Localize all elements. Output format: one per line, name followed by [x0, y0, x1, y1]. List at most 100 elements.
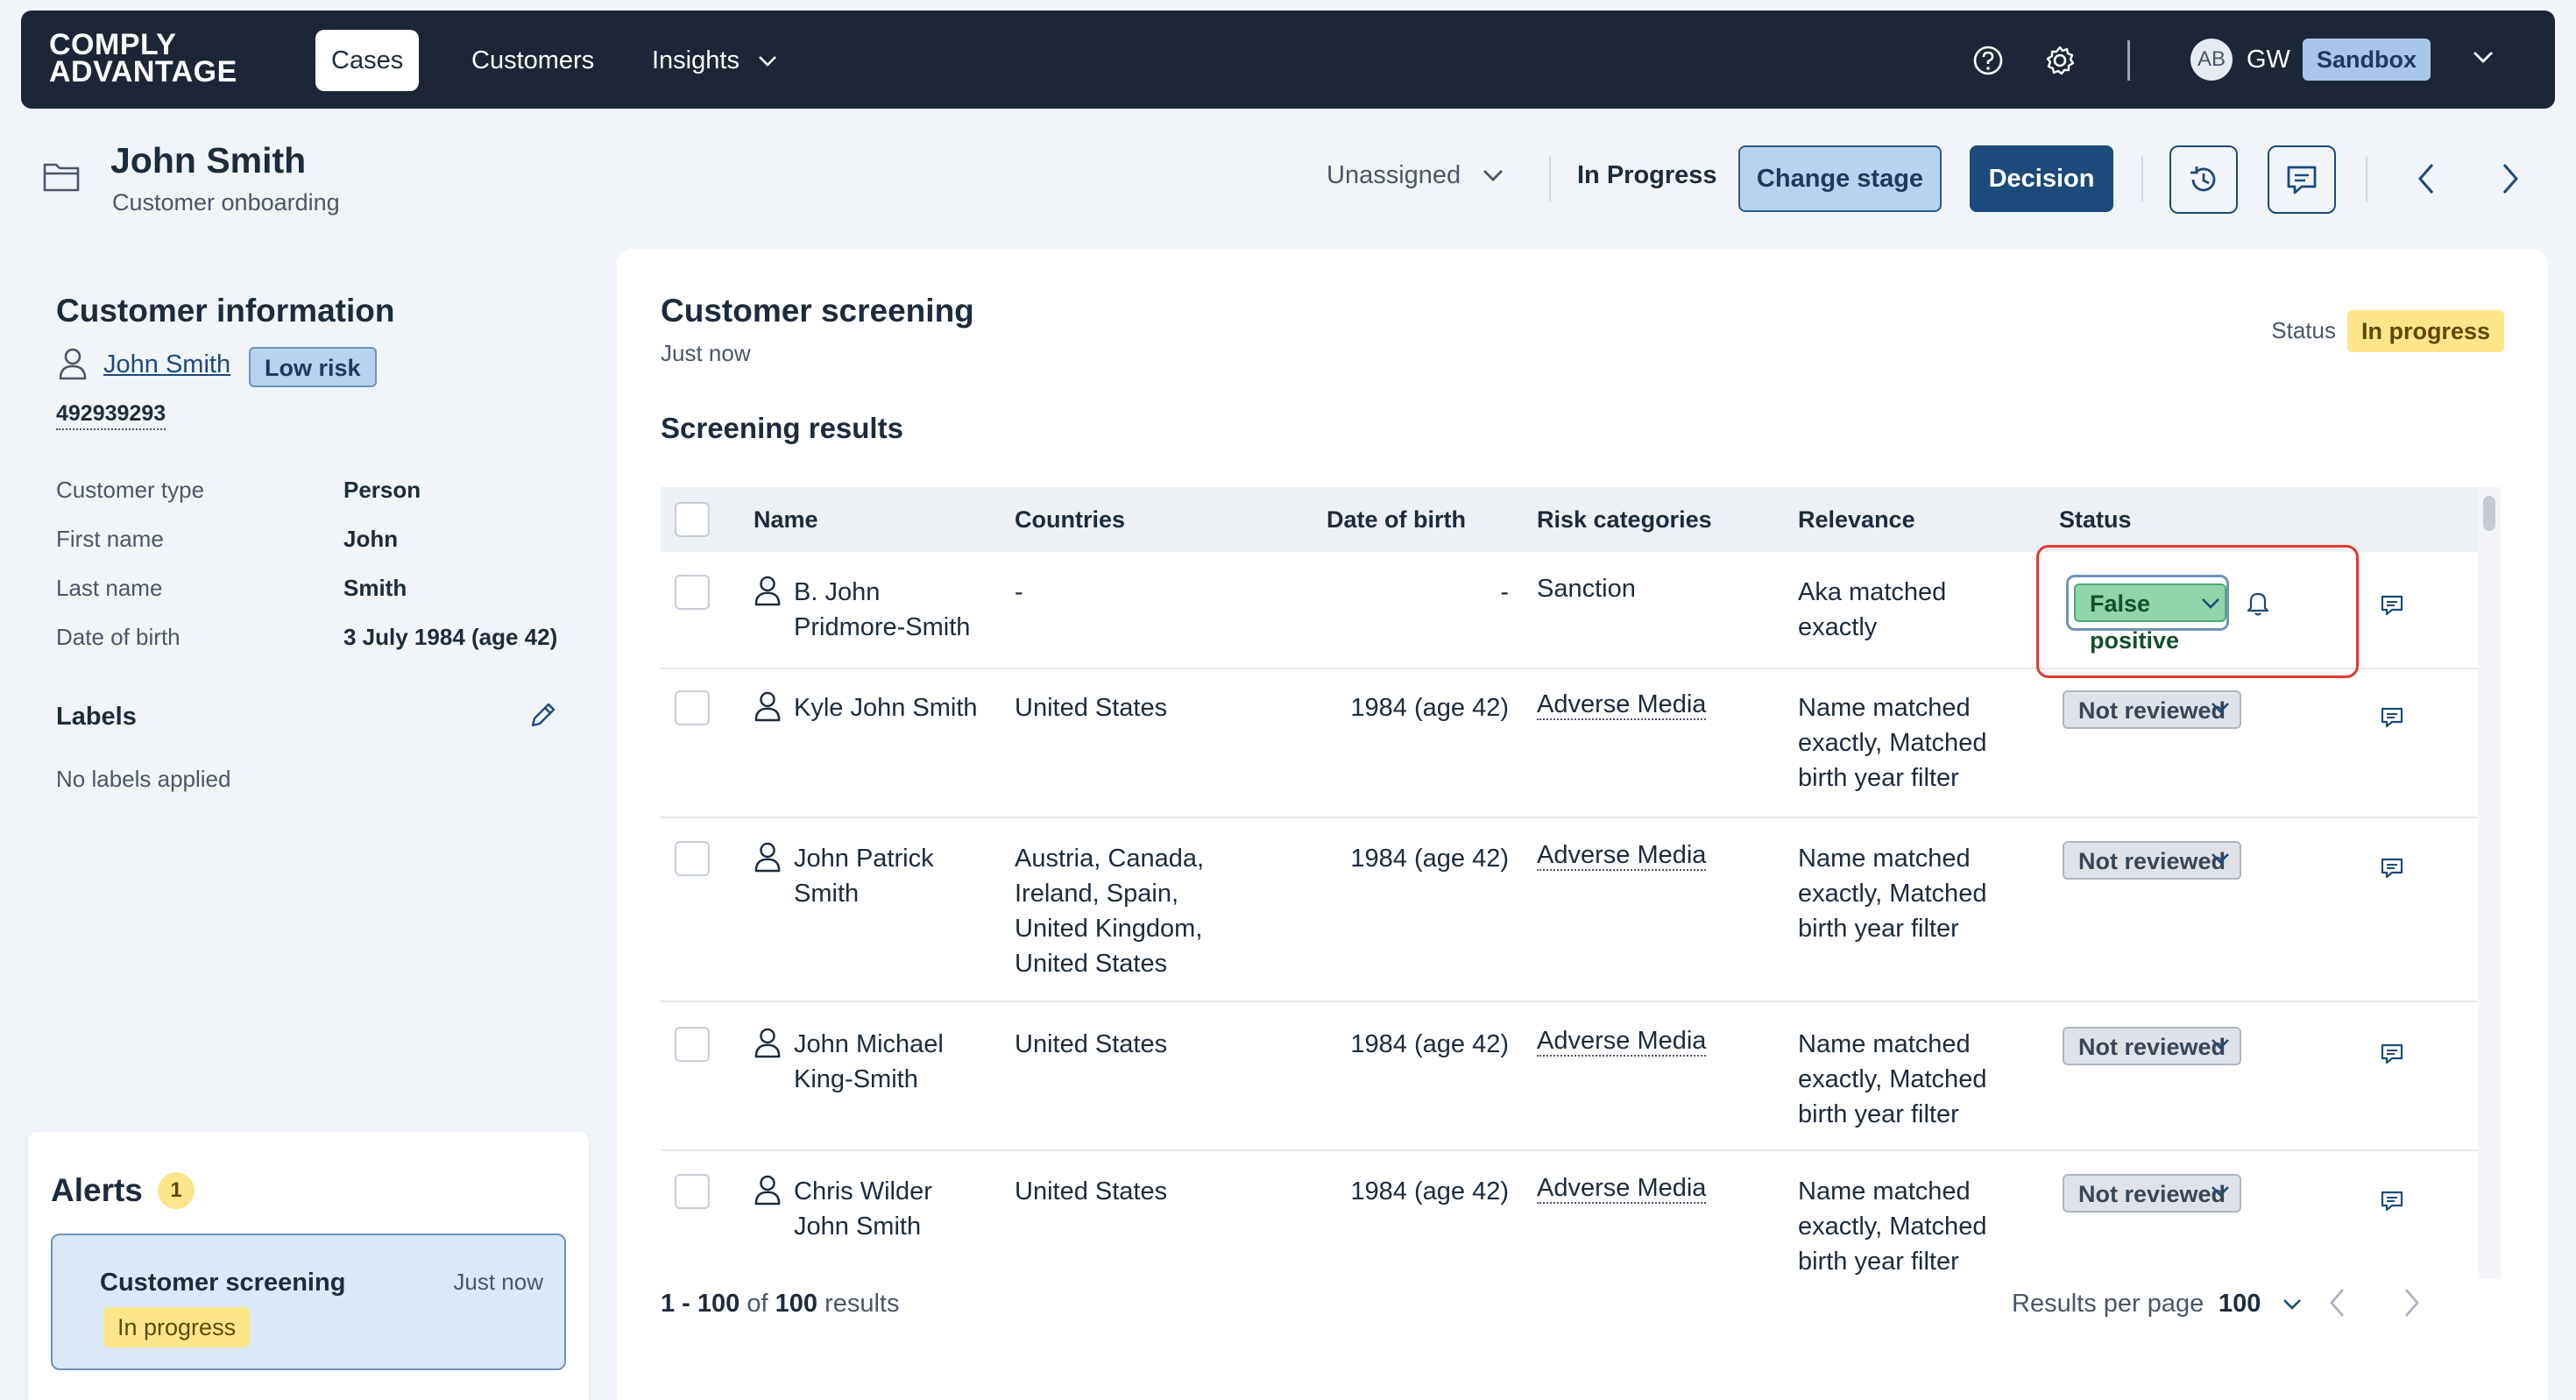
table-row[interactable]: Chris Wilder John Smith United States 198… [661, 1151, 2478, 1279]
risk-category-link[interactable]: Adverse Media [1537, 841, 1707, 871]
chevron-right-icon[interactable] [2401, 1286, 2422, 1319]
risk-category-link[interactable]: Adverse Media [1537, 1174, 1707, 1204]
header-divider [2141, 156, 2143, 202]
row-risk-category[interactable]: Adverse Media [1537, 838, 1707, 873]
row-risk-category[interactable]: Adverse Media [1537, 687, 1707, 722]
row-name[interactable]: B. John Pridmore-Smith [794, 575, 970, 645]
field-value-date-of-birth: 3 July 1984 (age 42) [343, 624, 558, 650]
brand-logo[interactable]: COMPLY ADVANTAGE [49, 30, 277, 87]
person-icon [754, 691, 781, 722]
row-checkbox[interactable] [675, 1174, 710, 1209]
row-name-line: John Smith [794, 1213, 922, 1241]
table-row[interactable]: John Patrick Smith Austria, Canada, Irelan… [661, 818, 2478, 1002]
comment-icon[interactable] [2380, 1043, 2404, 1065]
screening-results-title: Screening results [661, 412, 903, 444]
chevron-down-icon[interactable] [2471, 49, 2495, 67]
table-row[interactable]: Kyle John Smith United States 1984 (age … [661, 669, 2478, 818]
customer-name-link[interactable]: John Smith [103, 350, 230, 379]
select-all-checkbox[interactable] [675, 502, 710, 537]
customer-screening-card: Customer screening Just now Status In pr… [617, 249, 2548, 1400]
row-countries-line: United States [1015, 1177, 1168, 1206]
row-name[interactable]: Kyle John Smith [794, 690, 978, 725]
row-risk-category[interactable]: Adverse Media [1537, 1170, 1707, 1206]
row-relevance-line: birth year filter [1798, 764, 1959, 792]
row-checkbox[interactable] [675, 841, 710, 876]
risk-category-link[interactable]: Adverse Media [1537, 1027, 1707, 1057]
table-scrollbar[interactable] [2478, 487, 2501, 1279]
row-relevance-line: exactly, Matched [1798, 729, 1987, 757]
row-countries-line: United States [1015, 694, 1168, 722]
nav-cases[interactable]: Cases [315, 30, 420, 91]
row-name[interactable]: John Patrick Smith [794, 841, 934, 911]
history-button[interactable] [2169, 145, 2238, 214]
row-relevance-line: exactly, Matched [1798, 1065, 1987, 1093]
table-row[interactable]: John Michael King-Smith United States 198… [661, 1002, 2478, 1151]
chevron-down-icon [759, 56, 776, 67]
row-checkbox[interactable] [675, 690, 710, 725]
chevron-down-icon[interactable] [2210, 1184, 2231, 1198]
comment-icon[interactable] [2380, 1190, 2404, 1213]
row-countries: United States [1015, 690, 1167, 725]
results-per-page-label: Results per page [2012, 1290, 2204, 1318]
customer-id[interactable]: 492939293 [56, 401, 166, 430]
comment-icon[interactable] [2380, 857, 2404, 880]
row-risk-category[interactable]: Adverse Media [1537, 1023, 1707, 1058]
chevron-left-icon[interactable] [2415, 161, 2438, 196]
user-initials[interactable]: GW [2247, 39, 2290, 81]
alert-item-title: Customer screening [100, 1269, 346, 1297]
chevron-right-icon[interactable] [2499, 161, 2522, 196]
nav-customers[interactable]: Customers [456, 30, 610, 91]
chevron-down-icon[interactable] [2210, 701, 2231, 715]
column-header-relevance[interactable]: Relevance [1798, 487, 1915, 552]
row-name-line: Smith [794, 880, 860, 908]
chevron-down-icon[interactable] [2210, 1037, 2231, 1051]
row-name[interactable]: John Michael King-Smith [794, 1027, 944, 1097]
comments-button[interactable] [2268, 145, 2336, 214]
row-relevance: Name matched exactly, Matched birth year f… [1798, 841, 1986, 946]
chevron-down-icon[interactable] [2210, 852, 2231, 866]
settings-icon[interactable] [2043, 44, 2077, 77]
no-labels-text: No labels applied [56, 766, 231, 792]
row-relevance-line: Name matched [1798, 694, 1971, 722]
results-word: results [824, 1290, 900, 1318]
alert-item[interactable]: Customer screening Just now In progress [51, 1234, 566, 1370]
row-name-line: King-Smith [794, 1065, 918, 1093]
field-label-customer-type: Customer type [56, 477, 205, 503]
nav-insights[interactable]: Insights [636, 30, 794, 91]
results-range: 1 - 100 [661, 1290, 740, 1318]
row-relevance: Name matched exactly, Matched birth year f… [1798, 690, 1986, 795]
chevron-left-icon[interactable] [2327, 1286, 2348, 1319]
row-checkbox[interactable] [675, 1027, 710, 1062]
row-checkbox[interactable] [675, 575, 710, 610]
risk-category-link[interactable]: Adverse Media [1537, 690, 1707, 720]
help-icon[interactable] [1971, 44, 2005, 77]
alert-item-time: Just now [453, 1269, 543, 1295]
results-per-page-select[interactable]: 100 [2219, 1290, 2303, 1319]
column-header-countries[interactable]: Countries [1015, 487, 1125, 552]
row-relevance-line: birth year filter [1798, 915, 1959, 943]
comment-icon[interactable] [2380, 594, 2404, 617]
results-per-page-value: 100 [2219, 1290, 2261, 1318]
table-header: Name Countries Date of birth Risk catego… [661, 487, 2478, 552]
field-value-customer-type: Person [343, 477, 421, 503]
customer-information-title: Customer information [56, 293, 395, 329]
row-countries-line: Ireland, Spain, [1015, 880, 1179, 908]
change-stage-button[interactable]: Change stage [1738, 145, 1942, 212]
column-header-status[interactable]: Status [2059, 487, 2132, 552]
decision-button[interactable]: Decision [1970, 145, 2113, 212]
column-header-risk-categories[interactable]: Risk categories [1537, 487, 1712, 552]
column-header-date-of-birth[interactable]: Date of birth [1327, 487, 1466, 552]
assignee-dropdown[interactable]: Unassigned [1327, 161, 1504, 190]
labels-title: Labels [56, 703, 137, 731]
row-relevance-line: birth year filter [1798, 1248, 1959, 1276]
column-header-name[interactable]: Name [754, 487, 818, 552]
status-label: Status [2271, 317, 2336, 343]
comment-icon[interactable] [2380, 706, 2404, 729]
avatar[interactable]: AB [2190, 39, 2233, 81]
pencil-icon[interactable] [527, 701, 557, 731]
row-name[interactable]: Chris Wilder John Smith [794, 1174, 932, 1244]
row-name-line: Kyle John Smith [794, 694, 978, 722]
page-title: John Smith [110, 140, 307, 180]
table-scrollbar-thumb[interactable] [2483, 496, 2495, 531]
row-relevance-line: birth year filter [1798, 1100, 1959, 1128]
